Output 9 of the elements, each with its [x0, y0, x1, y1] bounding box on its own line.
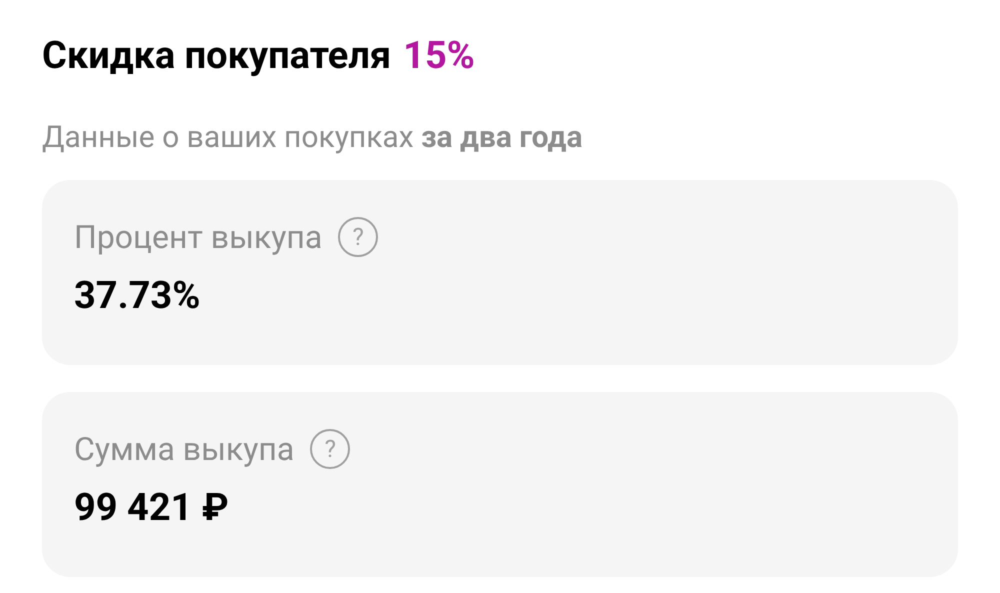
help-button[interactable]: ?	[338, 217, 378, 257]
stat-label: Процент выкупа	[74, 217, 322, 258]
page-title: Скидка покупателя	[42, 33, 392, 80]
stat-label: Сумма выкупа	[74, 429, 294, 470]
subtitle: Данные о ваших покупках за два года	[42, 119, 584, 157]
stat-value: 99 421 ₽	[74, 485, 230, 532]
stat-value: 37.73%	[74, 273, 202, 320]
help-button[interactable]: ?	[310, 429, 350, 469]
discount-value: 15%	[403, 33, 475, 80]
